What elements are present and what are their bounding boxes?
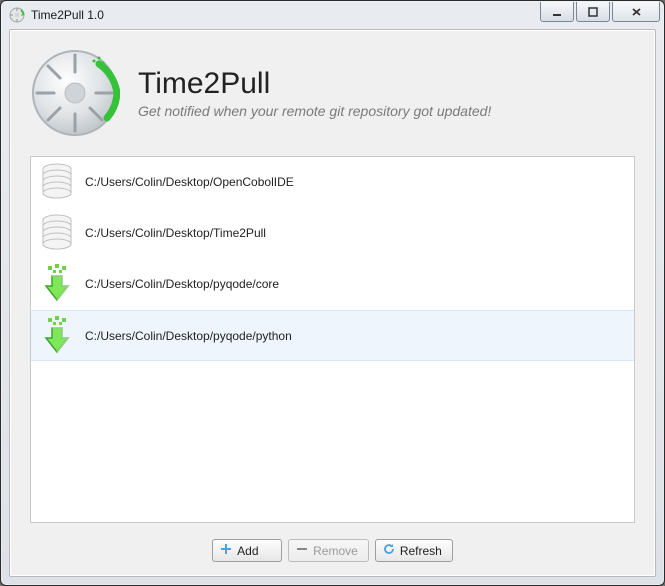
pull-available-icon [39,264,75,304]
plus-icon [219,542,233,559]
minimize-button[interactable] [540,2,574,22]
titlebar[interactable]: Time2Pull 1.0 [1,1,664,29]
header: Time2Pull Get notified when your remote … [10,30,655,146]
repo-path: C:/Users/Colin/Desktop/OpenCobolIDE [85,175,294,189]
repo-path: C:/Users/Colin/Desktop/Time2Pull [85,226,266,240]
window-title: Time2Pull 1.0 [31,8,104,22]
list-item[interactable]: C:/Users/Colin/Desktop/OpenCobolIDE [31,157,634,208]
repo-clean-icon [39,213,75,253]
header-text: Time2Pull Get notified when your remote … [138,67,491,119]
add-button[interactable]: Add [212,539,282,562]
app-logo-icon [30,48,120,138]
add-label: Add [237,544,258,558]
client-area: Time2Pull Get notified when your remote … [9,29,656,577]
minus-icon [295,542,309,559]
window-frame: Time2Pull 1.0 [0,0,665,586]
refresh-icon [382,542,396,559]
list-item[interactable]: C:/Users/Colin/Desktop/Time2Pull [31,208,634,259]
close-button[interactable] [612,2,660,22]
refresh-label: Refresh [400,544,442,558]
app-subtitle: Get notified when your remote git reposi… [138,103,491,119]
app-icon-small [9,7,25,23]
maximize-button[interactable] [576,2,610,22]
list-item[interactable]: C:/Users/Colin/Desktop/pyqode/python [31,310,634,361]
button-bar: Add Remove Refresh [10,531,655,576]
repo-list[interactable]: C:/Users/Colin/Desktop/OpenCobolIDE C:/Us… [30,156,635,523]
refresh-button[interactable]: Refresh [375,539,453,562]
repo-path: C:/Users/Colin/Desktop/pyqode/python [85,329,292,343]
repo-clean-icon [39,162,75,202]
pull-available-icon [39,316,75,356]
list-item[interactable]: C:/Users/Colin/Desktop/pyqode/core [31,259,634,310]
window-controls [540,2,660,22]
app-name: Time2Pull [138,67,491,101]
remove-label: Remove [313,544,358,558]
remove-button[interactable]: Remove [288,539,369,562]
repo-path: C:/Users/Colin/Desktop/pyqode/core [85,277,279,291]
